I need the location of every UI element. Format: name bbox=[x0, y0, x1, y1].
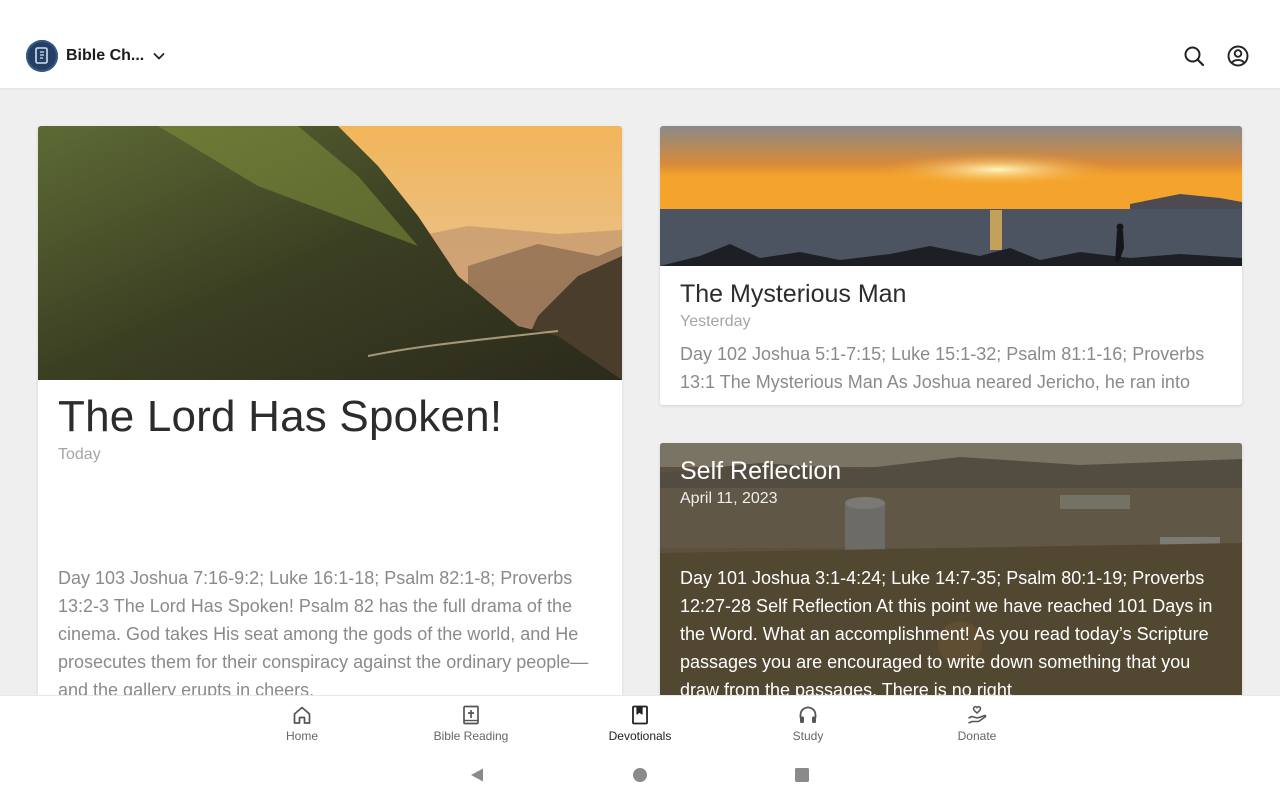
devotional-excerpt: Day 102 Joshua 5:1-7:15; Luke 15:1-32; P… bbox=[680, 344, 1205, 392]
devotional-date: Today bbox=[58, 446, 101, 463]
nav-label: Study bbox=[792, 729, 824, 743]
bottom-navigation: Home Bible Reading Devotionals Study Don… bbox=[0, 695, 1280, 752]
devotional-card[interactable]: The Mysterious Man Yesterday Day 102 Jos… bbox=[660, 126, 1242, 405]
recents-square-icon[interactable] bbox=[794, 767, 810, 783]
devotional-title: The Mysterious Man bbox=[680, 280, 907, 308]
nav-label: Devotionals bbox=[608, 729, 672, 743]
nav-label: Donate bbox=[957, 729, 997, 743]
nav-item-donate[interactable]: Donate bbox=[917, 704, 1037, 750]
home-circle-icon[interactable] bbox=[632, 767, 648, 783]
devotional-date: Yesterday bbox=[680, 313, 751, 330]
nav-item-study[interactable]: Study bbox=[748, 704, 868, 750]
devotional-excerpt: Day 103 Joshua 7:16-9:2; Luke 16:1-18; P… bbox=[58, 568, 589, 700]
home-icon bbox=[293, 706, 311, 724]
sunset-sea-image bbox=[660, 126, 1242, 266]
devotional-title: Self Reflection bbox=[680, 457, 842, 485]
nav-item-home[interactable]: Home bbox=[242, 704, 362, 750]
search-icon bbox=[1184, 46, 1205, 67]
system-navigation-bar bbox=[0, 751, 1280, 800]
nav-label: Bible Reading bbox=[433, 729, 509, 743]
nav-item-bible-reading[interactable]: Bible Reading bbox=[411, 704, 531, 750]
bible-logo-icon bbox=[26, 40, 58, 72]
bible-icon bbox=[463, 705, 479, 725]
chevron-down-icon bbox=[153, 53, 165, 60]
mountain-valley-image bbox=[38, 126, 622, 380]
app-name: Bible Ch... bbox=[66, 47, 145, 64]
top-app-bar: Bible Ch... bbox=[0, 0, 1280, 88]
app-switcher[interactable]: Bible Ch... bbox=[26, 40, 166, 72]
account-icon bbox=[1227, 45, 1249, 67]
devotional-title: The Lord Has Spoken! bbox=[58, 392, 503, 441]
account-button[interactable] bbox=[1226, 44, 1250, 68]
headphones-icon bbox=[799, 706, 817, 723]
donate-hand-heart-icon bbox=[968, 705, 987, 724]
devotional-date: April 11, 2023 bbox=[680, 490, 778, 507]
devotional-excerpt: Day 101 Joshua 3:1-4:24; Luke 14:7-35; P… bbox=[680, 568, 1213, 700]
search-button[interactable] bbox=[1182, 44, 1206, 68]
nav-item-devotionals[interactable]: Devotionals bbox=[580, 704, 700, 750]
devotional-card-featured[interactable]: The Lord Has Spoken! Today Day 103 Joshu… bbox=[38, 126, 622, 726]
bookmark-book-icon bbox=[632, 705, 648, 725]
back-icon[interactable] bbox=[469, 767, 485, 783]
nav-label: Home bbox=[285, 729, 318, 743]
